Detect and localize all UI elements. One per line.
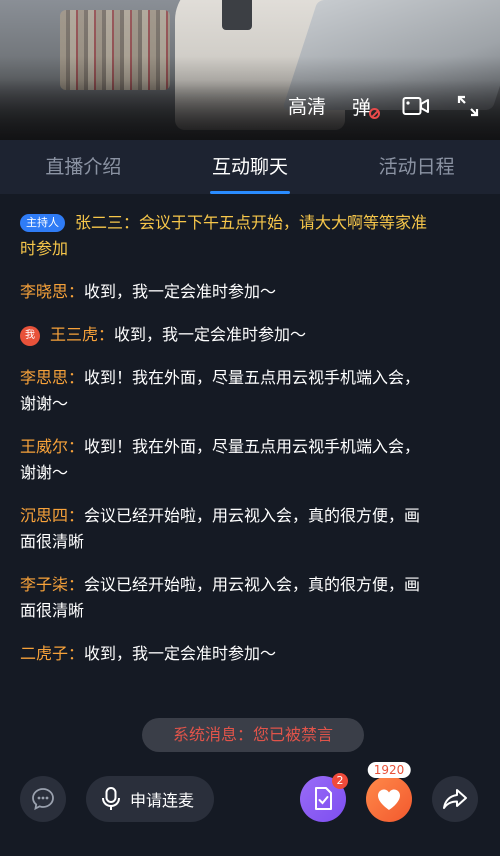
- message-sender: 张二三：: [75, 213, 140, 232]
- chat-message-self: 我王三虎：收到，我一定会准时参加～: [20, 322, 430, 348]
- bottom-action-bar: 申请连麦 2 1920: [0, 762, 500, 824]
- apply-mic-label: 申请连麦: [130, 791, 195, 810]
- document-button[interactable]: 2: [300, 773, 348, 822]
- like-count: 1920: [367, 762, 411, 778]
- video-shade: [0, 0, 500, 140]
- host-badge: 主持人: [20, 214, 65, 232]
- tab-live-intro[interactable]: 直播介绍: [0, 140, 167, 194]
- document-count-badge: 2: [332, 773, 348, 789]
- me-badge: 我: [20, 326, 40, 346]
- apply-mic-button[interactable]: 申请连麦: [86, 776, 214, 822]
- heart-icon: [378, 789, 400, 810]
- danmu-toggle-button[interactable]: 弹: [352, 93, 380, 119]
- video-controls: 高清 弹: [288, 92, 484, 119]
- message-text: 收到，我一定会准时参加～: [114, 325, 307, 344]
- chat-message: 二虎子：收到，我一定会准时参加～: [20, 641, 430, 667]
- chat-message: 王威尔：收到！我在外面，尽量五点用云视手机端入会，谢谢～: [20, 434, 430, 486]
- like-button[interactable]: 1920: [366, 762, 412, 822]
- danmu-label: 弹: [352, 96, 372, 119]
- live-video-player[interactable]: 高清 弹: [0, 0, 500, 140]
- document-check-icon: [315, 787, 332, 810]
- message-sender: 李子柒：: [20, 575, 85, 594]
- chat-message: 沉思四：会议已经开始啦，用云视入会，真的很方便，画面很清晰: [20, 503, 430, 555]
- chat-message: 李晓思：收到，我一定会准时参加～: [20, 279, 430, 305]
- tab-bar: 直播介绍 互动聊天 活动日程: [0, 140, 500, 194]
- camera-toggle-icon[interactable]: [402, 94, 430, 118]
- tab-event-schedule[interactable]: 活动日程: [333, 140, 500, 194]
- tab-interactive-chat[interactable]: 互动聊天: [167, 140, 334, 194]
- quality-button[interactable]: 高清: [288, 92, 326, 119]
- chat-bubble-icon: [32, 788, 54, 811]
- message-text: 收到，我一定会准时参加～: [84, 282, 277, 301]
- chat-input-button[interactable]: [20, 776, 66, 822]
- message-sender: 李晓思：: [20, 282, 85, 301]
- chat-list[interactable]: 主持人 张二三：会议于下午五点开始，请大大啊等等家准时参加 李晓思：收到，我一定会…: [20, 210, 430, 684]
- share-arrow-icon: [443, 789, 467, 809]
- message-sender: 沉思四：: [20, 506, 85, 525]
- danmu-off-icon: [369, 107, 380, 119]
- chat-message: 李子柒：会议已经开始啦，用云视入会，真的很方便，画面很清晰: [20, 572, 430, 624]
- message-text: 收到，我一定会准时参加～: [84, 644, 277, 663]
- system-message-banner: 系统消息：您已被禁言: [142, 718, 364, 752]
- message-sender: 王三虎：: [50, 325, 115, 344]
- message-sender: 李思思：: [20, 368, 85, 387]
- microphone-icon: [102, 787, 120, 810]
- share-button[interactable]: [432, 776, 478, 822]
- message-sender: 二虎子：: [20, 644, 85, 663]
- chat-message-host: 主持人 张二三：会议于下午五点开始，请大大啊等等家准时参加: [20, 210, 430, 262]
- message-sender: 王威尔：: [20, 437, 85, 456]
- fullscreen-icon[interactable]: [456, 94, 484, 118]
- chat-message: 李思思：收到！我在外面，尽量五点用云视手机端入会，谢谢～: [20, 365, 430, 417]
